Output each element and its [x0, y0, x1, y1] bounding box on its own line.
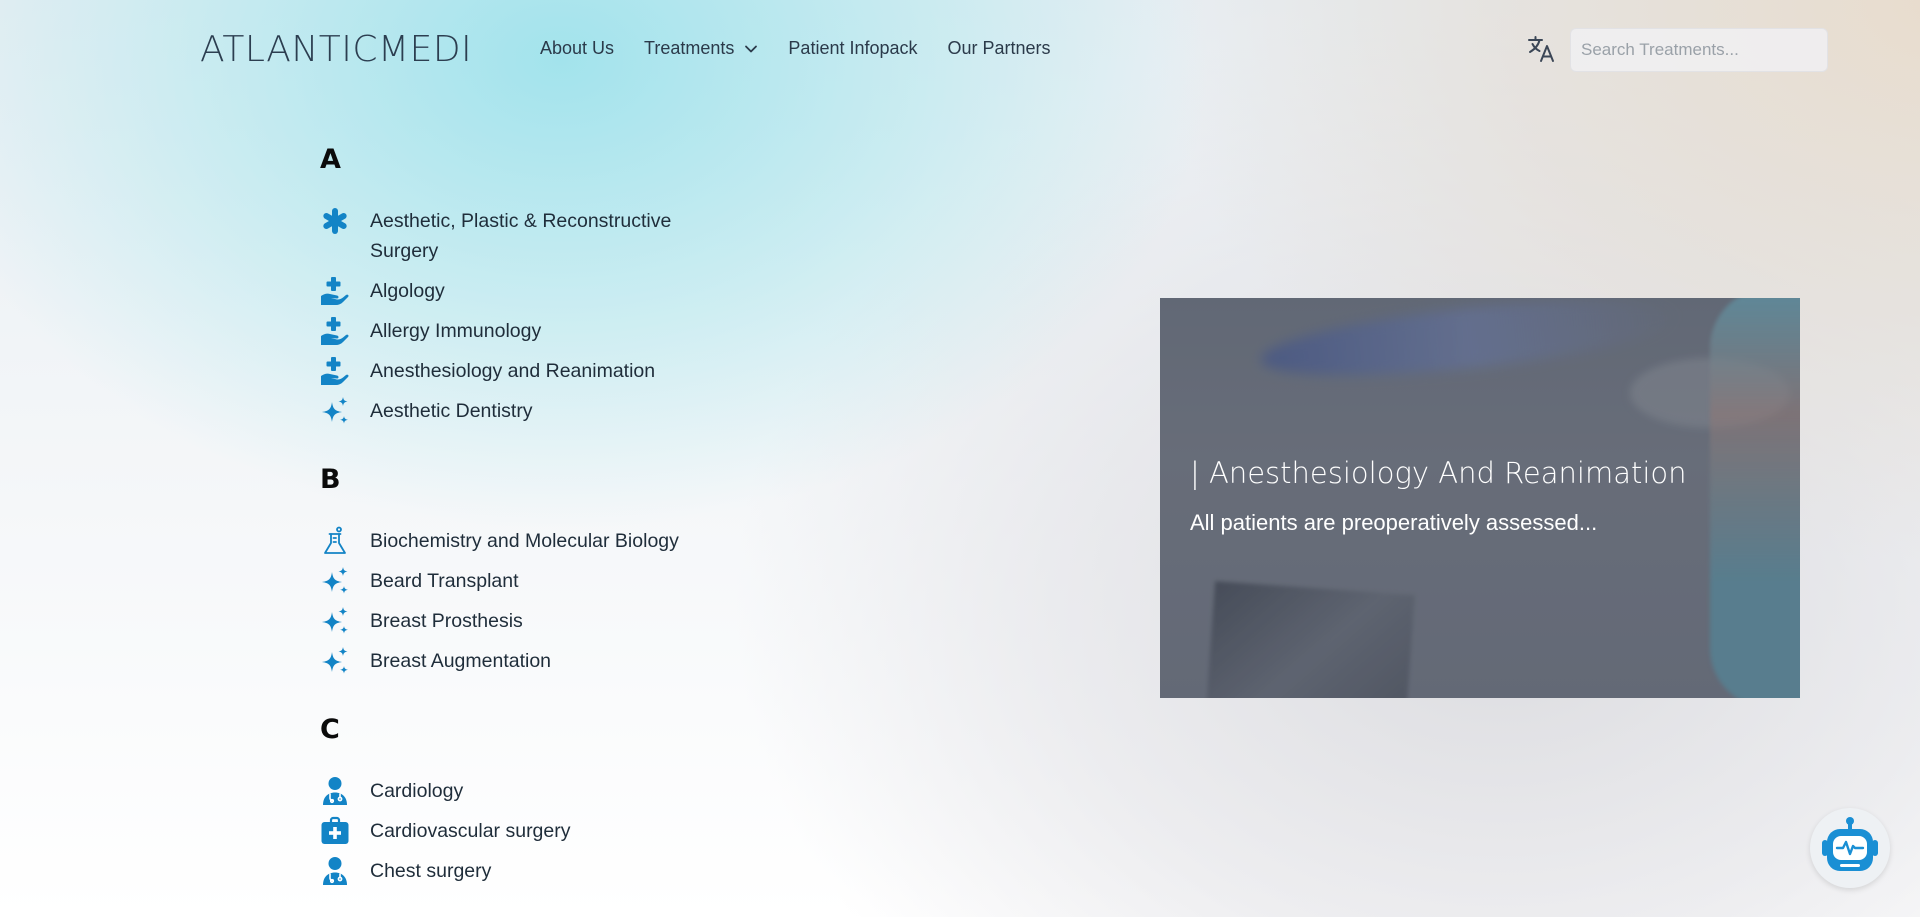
- chatbot-button[interactable]: [1810, 808, 1890, 888]
- treatment-item-cardiovascular-surgery[interactable]: Cardiovascular surgery: [320, 816, 740, 846]
- treatment-item-algology[interactable]: Algology: [320, 276, 740, 306]
- treatment-label: Breast Augmentation: [370, 650, 552, 672]
- hand-medical-icon: [320, 276, 350, 306]
- sparkles-icon: [320, 606, 350, 636]
- treatment-item-biochemistry-and-molecular-biology[interactable]: Biochemistry and Molecular Biology: [320, 526, 740, 556]
- letter-heading: A: [320, 144, 341, 175]
- treatment-label: Anesthesiology and Reanimation: [370, 360, 656, 382]
- doctor-icon: [320, 856, 350, 886]
- hand-medical-icon: [320, 356, 350, 386]
- letter-heading: C: [320, 714, 340, 745]
- treatment-label: Breast Prosthesis: [370, 610, 523, 632]
- treatment-label: Allergy Immunology: [370, 320, 542, 342]
- letter-group-c: C Cardiology Cardiovascular surgery Ches…: [320, 710, 740, 886]
- treatment-label: Algology: [370, 280, 445, 302]
- translate-icon[interactable]: [1527, 34, 1557, 64]
- nav-our-partners-label: Our Partners: [947, 38, 1051, 58]
- treatment-item-cardiology[interactable]: Cardiology: [320, 776, 740, 806]
- treatment-label: Beard Transplant: [370, 570, 519, 592]
- treatment-item-breast-augmentation[interactable]: Breast Augmentation: [320, 646, 740, 676]
- flask-icon: [320, 526, 350, 556]
- hero-title: | Anesthesiology And Reanimation: [1190, 456, 1687, 490]
- treatment-item-chest-surgery[interactable]: Chest surgery: [320, 856, 740, 886]
- treatments-list: A Aesthetic, Plastic & Reconstructive Su…: [320, 140, 740, 896]
- site-header: ATLANTICMEDI About Us Treatments Patient…: [0, 0, 1920, 102]
- nav-treatments-label: Treatments: [644, 38, 735, 58]
- treatment-item-aesthetic-dentistry[interactable]: Aesthetic Dentistry: [320, 396, 740, 426]
- robot-icon: [1822, 817, 1878, 871]
- sparkles-icon: [320, 396, 350, 426]
- nav-our-partners[interactable]: Our Partners: [948, 38, 1051, 59]
- hero-overlay: [1160, 298, 1800, 698]
- treatment-item-breast-prosthesis[interactable]: Breast Prosthesis: [320, 606, 740, 636]
- chevron-down-icon: [744, 42, 758, 56]
- nav-treatments[interactable]: Treatments: [644, 38, 758, 59]
- letter-group-a: A Aesthetic, Plastic & Reconstructive Su…: [320, 140, 740, 426]
- treatment-label: Chest surgery: [370, 860, 492, 882]
- treatment-item-aesthetic-plastic-reconstructive-surgery[interactable]: Aesthetic, Plastic & Reconstructive Surg…: [320, 206, 740, 266]
- treatment-label: Aesthetic, Plastic & Reconstructive Surg…: [370, 210, 672, 262]
- site-logo[interactable]: ATLANTICMEDI: [200, 27, 472, 73]
- nav-patient-infopack[interactable]: Patient Infopack: [788, 38, 917, 59]
- treatment-item-beard-transplant[interactable]: Beard Transplant: [320, 566, 740, 596]
- nav-about-us[interactable]: About Us: [540, 38, 614, 59]
- search-input[interactable]: [1570, 28, 1828, 72]
- nav-about-us-label: About Us: [540, 38, 615, 58]
- hero-subtitle: All patients are preoperatively assessed…: [1190, 510, 1598, 535]
- main-nav: About Us Treatments Patient Infopack Our…: [540, 38, 1051, 59]
- nav-patient-infopack-label: Patient Infopack: [788, 38, 918, 58]
- sparkles-icon: [320, 646, 350, 676]
- medical-kit-icon: [320, 816, 350, 846]
- letter-heading: B: [320, 464, 341, 495]
- treatment-item-allergy-immunology[interactable]: Allergy Immunology: [320, 316, 740, 346]
- asterisk-icon: [320, 206, 350, 236]
- doctor-icon: [320, 776, 350, 806]
- letter-group-b: B Biochemistry and Molecular Biology Bea…: [320, 460, 740, 676]
- sparkles-icon: [320, 566, 350, 596]
- treatment-label: Biochemistry and Molecular Biology: [370, 530, 679, 552]
- treatment-item-anesthesiology-and-reanimation[interactable]: Anesthesiology and Reanimation: [320, 356, 740, 386]
- featured-treatment-card[interactable]: | Anesthesiology And Reanimation All pat…: [1160, 298, 1800, 698]
- treatment-label: Cardiovascular surgery: [370, 820, 571, 842]
- treatment-label: Aesthetic Dentistry: [370, 400, 533, 422]
- treatment-label: Cardiology: [370, 780, 464, 802]
- hand-medical-icon: [320, 316, 350, 346]
